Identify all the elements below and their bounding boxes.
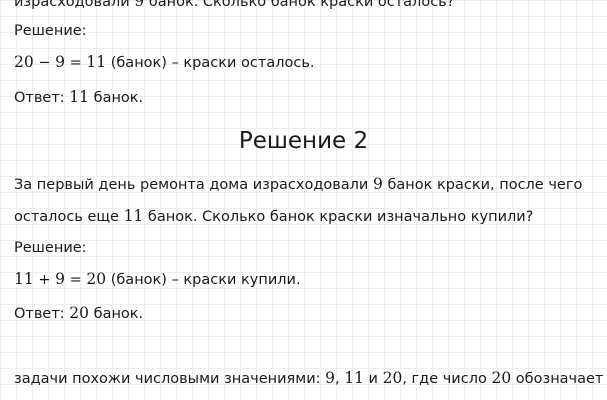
equation-2: 11 + 9 = 20 (банок) – краски купили. — [14, 270, 301, 288]
problem2-line1: За первый день ремонта дома израсходовал… — [14, 175, 583, 193]
comparison-text: задачи похожи числовыми значениями: 9, 1… — [14, 369, 604, 387]
solution-label-1: Решение: — [14, 23, 87, 39]
problem1-text-cut: израсходовали 9 банок. Сколько банок кра… — [14, 0, 455, 10]
answer-1: Ответ: 11 банок. — [14, 88, 144, 106]
section-heading: Решение 2 — [238, 128, 369, 154]
answer-2: Ответ: 20 банок. — [14, 304, 144, 322]
equation-1: 20 − 9 = 11 (банок) – краски осталось. — [14, 53, 315, 71]
problem2-line2: осталось еще 11 банок. Сколько банок кра… — [14, 207, 534, 225]
solution-label-2: Решение: — [14, 240, 87, 256]
